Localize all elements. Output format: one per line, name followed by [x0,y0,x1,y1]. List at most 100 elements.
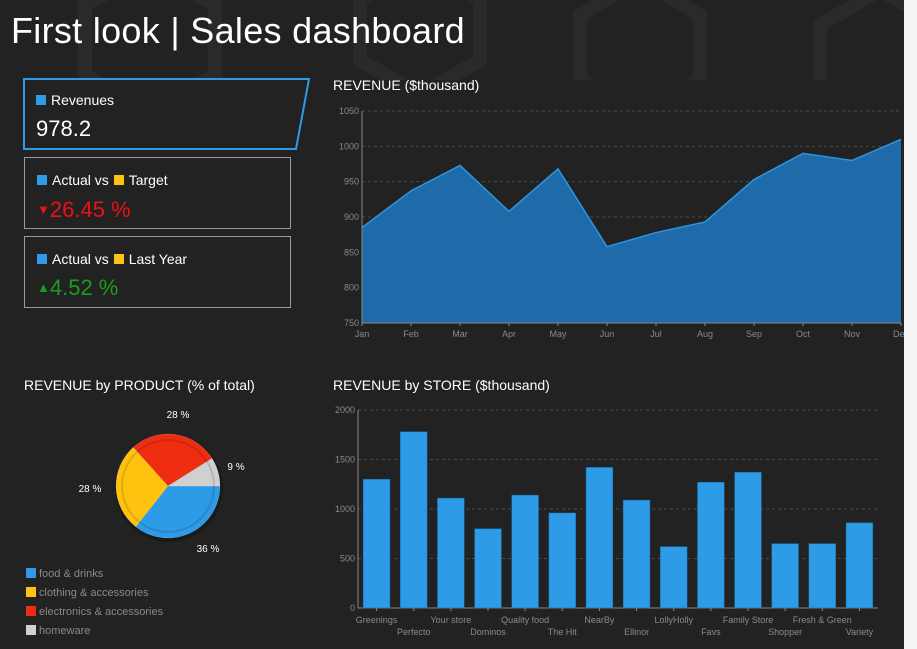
legend-label: clothing & accessories [39,587,149,599]
kpi-last-year-value: ▲4.52 % [37,275,118,301]
x-tick-label: Mar [452,329,468,339]
x-tick-label: NearBy [584,615,615,625]
y-tick-label: 750 [344,318,359,328]
blue-square-icon [37,175,47,185]
kpi-last-year-label-actual: Actual vs [52,251,109,267]
x-tick-label: Fresh & Green [793,615,852,625]
y-tick-label: 950 [344,177,359,187]
kpi-revenues-label: Revenues [36,92,114,108]
bar [362,479,391,609]
x-tick-label: Jan [355,329,370,339]
legend-swatch [26,587,36,597]
arrow-up-icon: ▲ [37,280,50,295]
bar [474,528,502,609]
revenue-by-product-pie-chart[interactable]: 36 % 28 % 28 % 9 % [60,400,280,565]
x-tick-label: Favs [701,627,721,637]
kpi-target-label-target: Target [128,172,168,188]
bar [808,543,836,609]
bar [734,472,762,609]
pie-slice-label: 28 % [79,484,102,495]
x-tick-label: Oct [796,329,811,339]
bar [437,497,465,609]
arrow-down-icon: ▼ [37,202,50,217]
bar [400,431,428,609]
y-tick-label: 900 [344,212,359,222]
kpi-card-actual-vs-target[interactable]: Actual vs Target ▼26.45 % [24,157,291,229]
y-tick-label: 1000 [335,504,355,514]
x-tick-label: Jun [600,329,615,339]
x-tick-label: Greenings [356,615,398,625]
legend-item[interactable]: homeware [26,625,163,644]
yellow-square-icon [113,254,124,264]
yellow-square-icon [113,175,124,185]
pie-slice-label: 9 % [227,462,244,473]
x-tick-label: Ellinor [624,627,649,637]
x-tick-label: Jul [650,329,662,339]
x-tick-label: Aug [697,329,713,339]
store-chart-title: REVENUE by STORE ($thousand) [333,377,550,393]
pie-slice-label: 36 % [197,544,220,555]
x-tick-label: Variety [846,627,874,637]
x-tick-label: Apr [502,329,516,339]
x-tick-label: Feb [403,329,419,339]
blue-square-icon [37,254,47,264]
x-tick-label: Dominos [470,627,506,637]
legend-item[interactable]: clothing & accessories [26,587,163,606]
area-fill [362,139,901,323]
x-tick-label: LollyHolly [654,615,693,625]
page-title: First look | Sales dashboard [11,10,465,51]
bar [622,499,651,609]
x-tick-label: May [549,329,567,339]
kpi-target-label: Actual vs Target [37,172,168,188]
x-tick-label: The Hit [548,627,578,637]
dashboard: First look | Sales dashboard Revenues 97… [0,0,904,649]
y-tick-label: 1000 [339,141,359,151]
x-tick-label: Sep [746,329,762,339]
kpi-target-value-text: 26.45 % [49,197,131,222]
kpi-target-label-actual: Actual vs [52,172,109,188]
x-tick-label: Dec [893,329,904,339]
legend-label: homeware [39,625,91,637]
y-tick-label: 800 [344,283,359,293]
y-tick-label: 0 [350,603,355,613]
kpi-revenues-value: 978.2 [36,116,92,141]
x-tick-label: Your store [431,615,472,625]
y-tick-label: 2000 [335,405,355,415]
blue-square-icon [36,95,46,105]
revenue-area-chart[interactable]: 750 800 850 900 950 1000 1050 Jan Feb Mar Apr May Ju… [330,100,904,345]
bar [511,494,539,609]
bar [845,522,874,609]
x-tick-label: Shopper [768,627,802,637]
kpi-revenues-label-text: Revenues [51,92,115,108]
kpi-target-value: ▼26.45 % [37,197,131,223]
bar [660,546,688,609]
y-tick-label: 850 [344,247,359,257]
legend-label: food & drinks [39,568,104,580]
revenue-chart-title: REVENUE ($thousand) [333,77,480,93]
bar [585,467,614,609]
kpi-last-year-label: Actual vs Last Year [37,251,187,267]
kpi-last-year-label-target: Last Year [128,251,188,267]
legend-item[interactable]: food & drinks [26,568,163,587]
y-tick-label: 500 [340,554,355,564]
x-tick-label: Quality food [501,615,549,625]
bar [697,482,725,609]
kpi-card-actual-vs-last-year[interactable]: Actual vs Last Year ▲4.52 % [24,236,291,308]
legend-label: electronics & accessories [39,606,164,618]
bar [548,512,576,609]
legend-swatch [26,568,36,578]
y-tick-label: 1050 [339,106,359,116]
pie-slice-label: 28 % [167,410,190,421]
kpi-last-year-value-text: 4.52 % [49,275,119,300]
legend-item[interactable]: electronics & accessories [26,606,163,625]
x-tick-label: Family Store [723,615,774,625]
x-tick-label: Perfecto [397,627,431,637]
revenue-by-store-bar-chart[interactable]: 0 500 1000 1500 2000 Greenings PerfectoYour st… [330,402,904,647]
y-tick-label: 1500 [335,455,355,465]
product-chart-title: REVENUE by PRODUCT (% of total) [24,377,255,393]
x-tick-label: Nov [844,329,861,339]
legend-swatch [26,606,36,616]
legend-swatch [26,625,36,635]
pie-legend: food & drinks clothing & accessories elect… [26,568,163,644]
bar [771,543,799,609]
